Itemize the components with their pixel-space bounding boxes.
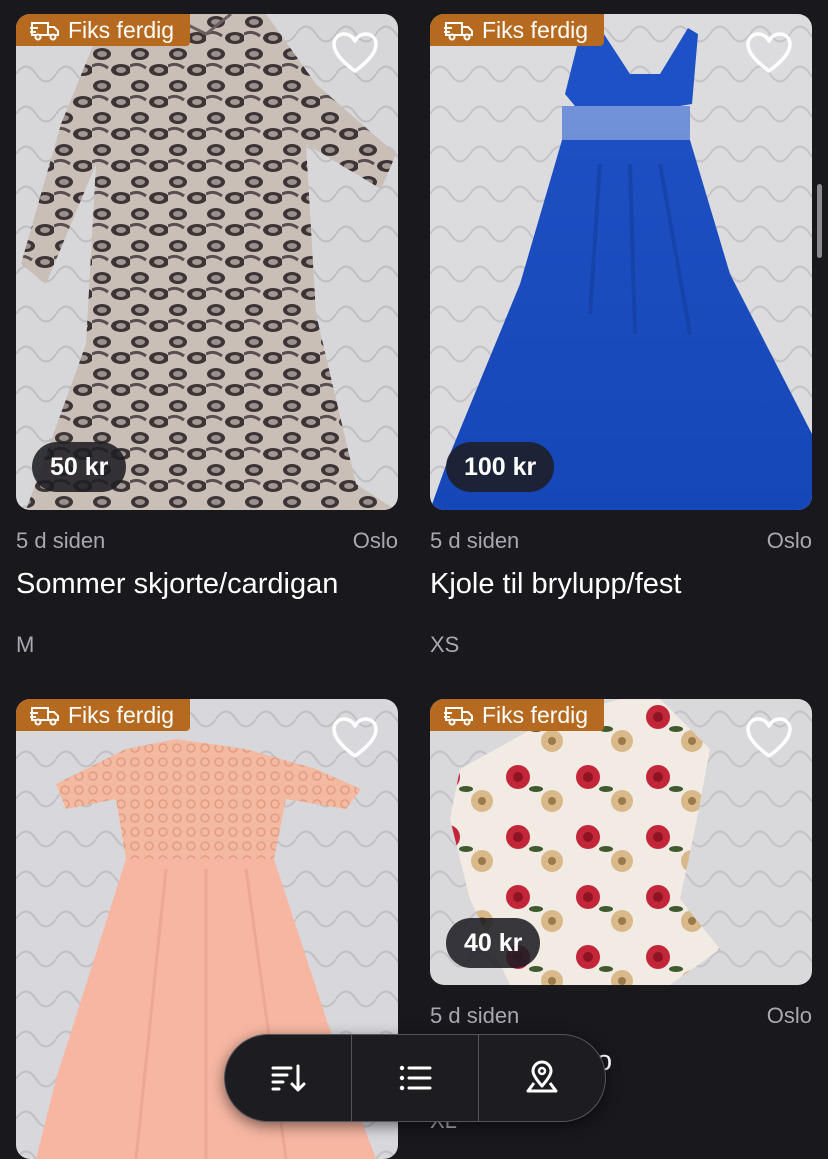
fiks-ferdig-badge: Fiks ferdig <box>430 699 605 731</box>
listing-location: Oslo <box>766 528 812 553</box>
sort-button[interactable] <box>225 1035 351 1121</box>
listing-age: 5 d siden <box>430 528 520 553</box>
fiks-ferdig-badge: Fiks ferdig <box>16 14 191 46</box>
listing-size: XS <box>430 632 460 657</box>
badge-label: Fiks ferdig <box>482 16 589 43</box>
listing-meta: 5 d siden Oslo <box>430 1003 812 1029</box>
map-pin-icon <box>526 1060 558 1093</box>
badge-label: Fiks ferdig <box>68 701 175 728</box>
listing-image[interactable]: Fiks ferdig 50 kr <box>16 14 398 510</box>
delivery-truck-icon <box>30 707 59 726</box>
listing-image[interactable]: Fiks ferdig 100 kr <box>430 14 812 510</box>
fiks-ferdig-badge: Fiks ferdig <box>430 14 605 46</box>
listing-size: M <box>16 632 35 657</box>
listing-age: 5 d siden <box>16 528 106 553</box>
listing-title[interactable]: Sommer skjorte/cardigan <box>16 568 338 601</box>
listing-grid: Fiks ferdig 50 kr 5 d siden Oslo Sommer … <box>0 0 828 1159</box>
scrollbar[interactable] <box>817 184 822 258</box>
favorite-heart-icon[interactable] <box>746 717 792 759</box>
list-view-icon <box>399 1065 432 1091</box>
sort-icon <box>271 1064 306 1092</box>
list-view-button[interactable] <box>351 1035 478 1121</box>
favorite-heart-icon[interactable] <box>746 32 792 74</box>
blue-gown-photo <box>430 14 812 510</box>
price-tag: 40 kr <box>446 918 541 968</box>
delivery-truck-icon <box>444 22 473 41</box>
delivery-truck-icon <box>444 707 473 726</box>
listing-meta: 5 d siden Oslo <box>16 528 398 554</box>
fiks-ferdig-badge: Fiks ferdig <box>16 699 191 731</box>
favorite-heart-icon[interactable] <box>332 32 378 74</box>
listing-location: Oslo <box>352 528 398 553</box>
price-tag: 100 kr <box>446 442 555 492</box>
favorite-heart-icon[interactable] <box>332 717 378 759</box>
price-tag: 50 kr <box>32 442 127 492</box>
badge-label: Fiks ferdig <box>482 701 589 728</box>
map-button[interactable] <box>478 1035 605 1121</box>
badge-label: Fiks ferdig <box>68 16 175 43</box>
bottom-floating-toolbar <box>224 1034 606 1122</box>
listing-meta: 5 d siden Oslo <box>430 528 812 554</box>
listing-age: 5 d siden <box>430 1003 520 1028</box>
delivery-truck-icon <box>30 22 59 41</box>
listing-location: Oslo <box>766 1003 812 1028</box>
snake-print-dress-photo <box>16 14 398 510</box>
listing-title[interactable]: Kjole til brylupp/fest <box>430 568 681 601</box>
listing-image[interactable]: Fiks ferdig 40 kr <box>430 699 812 985</box>
